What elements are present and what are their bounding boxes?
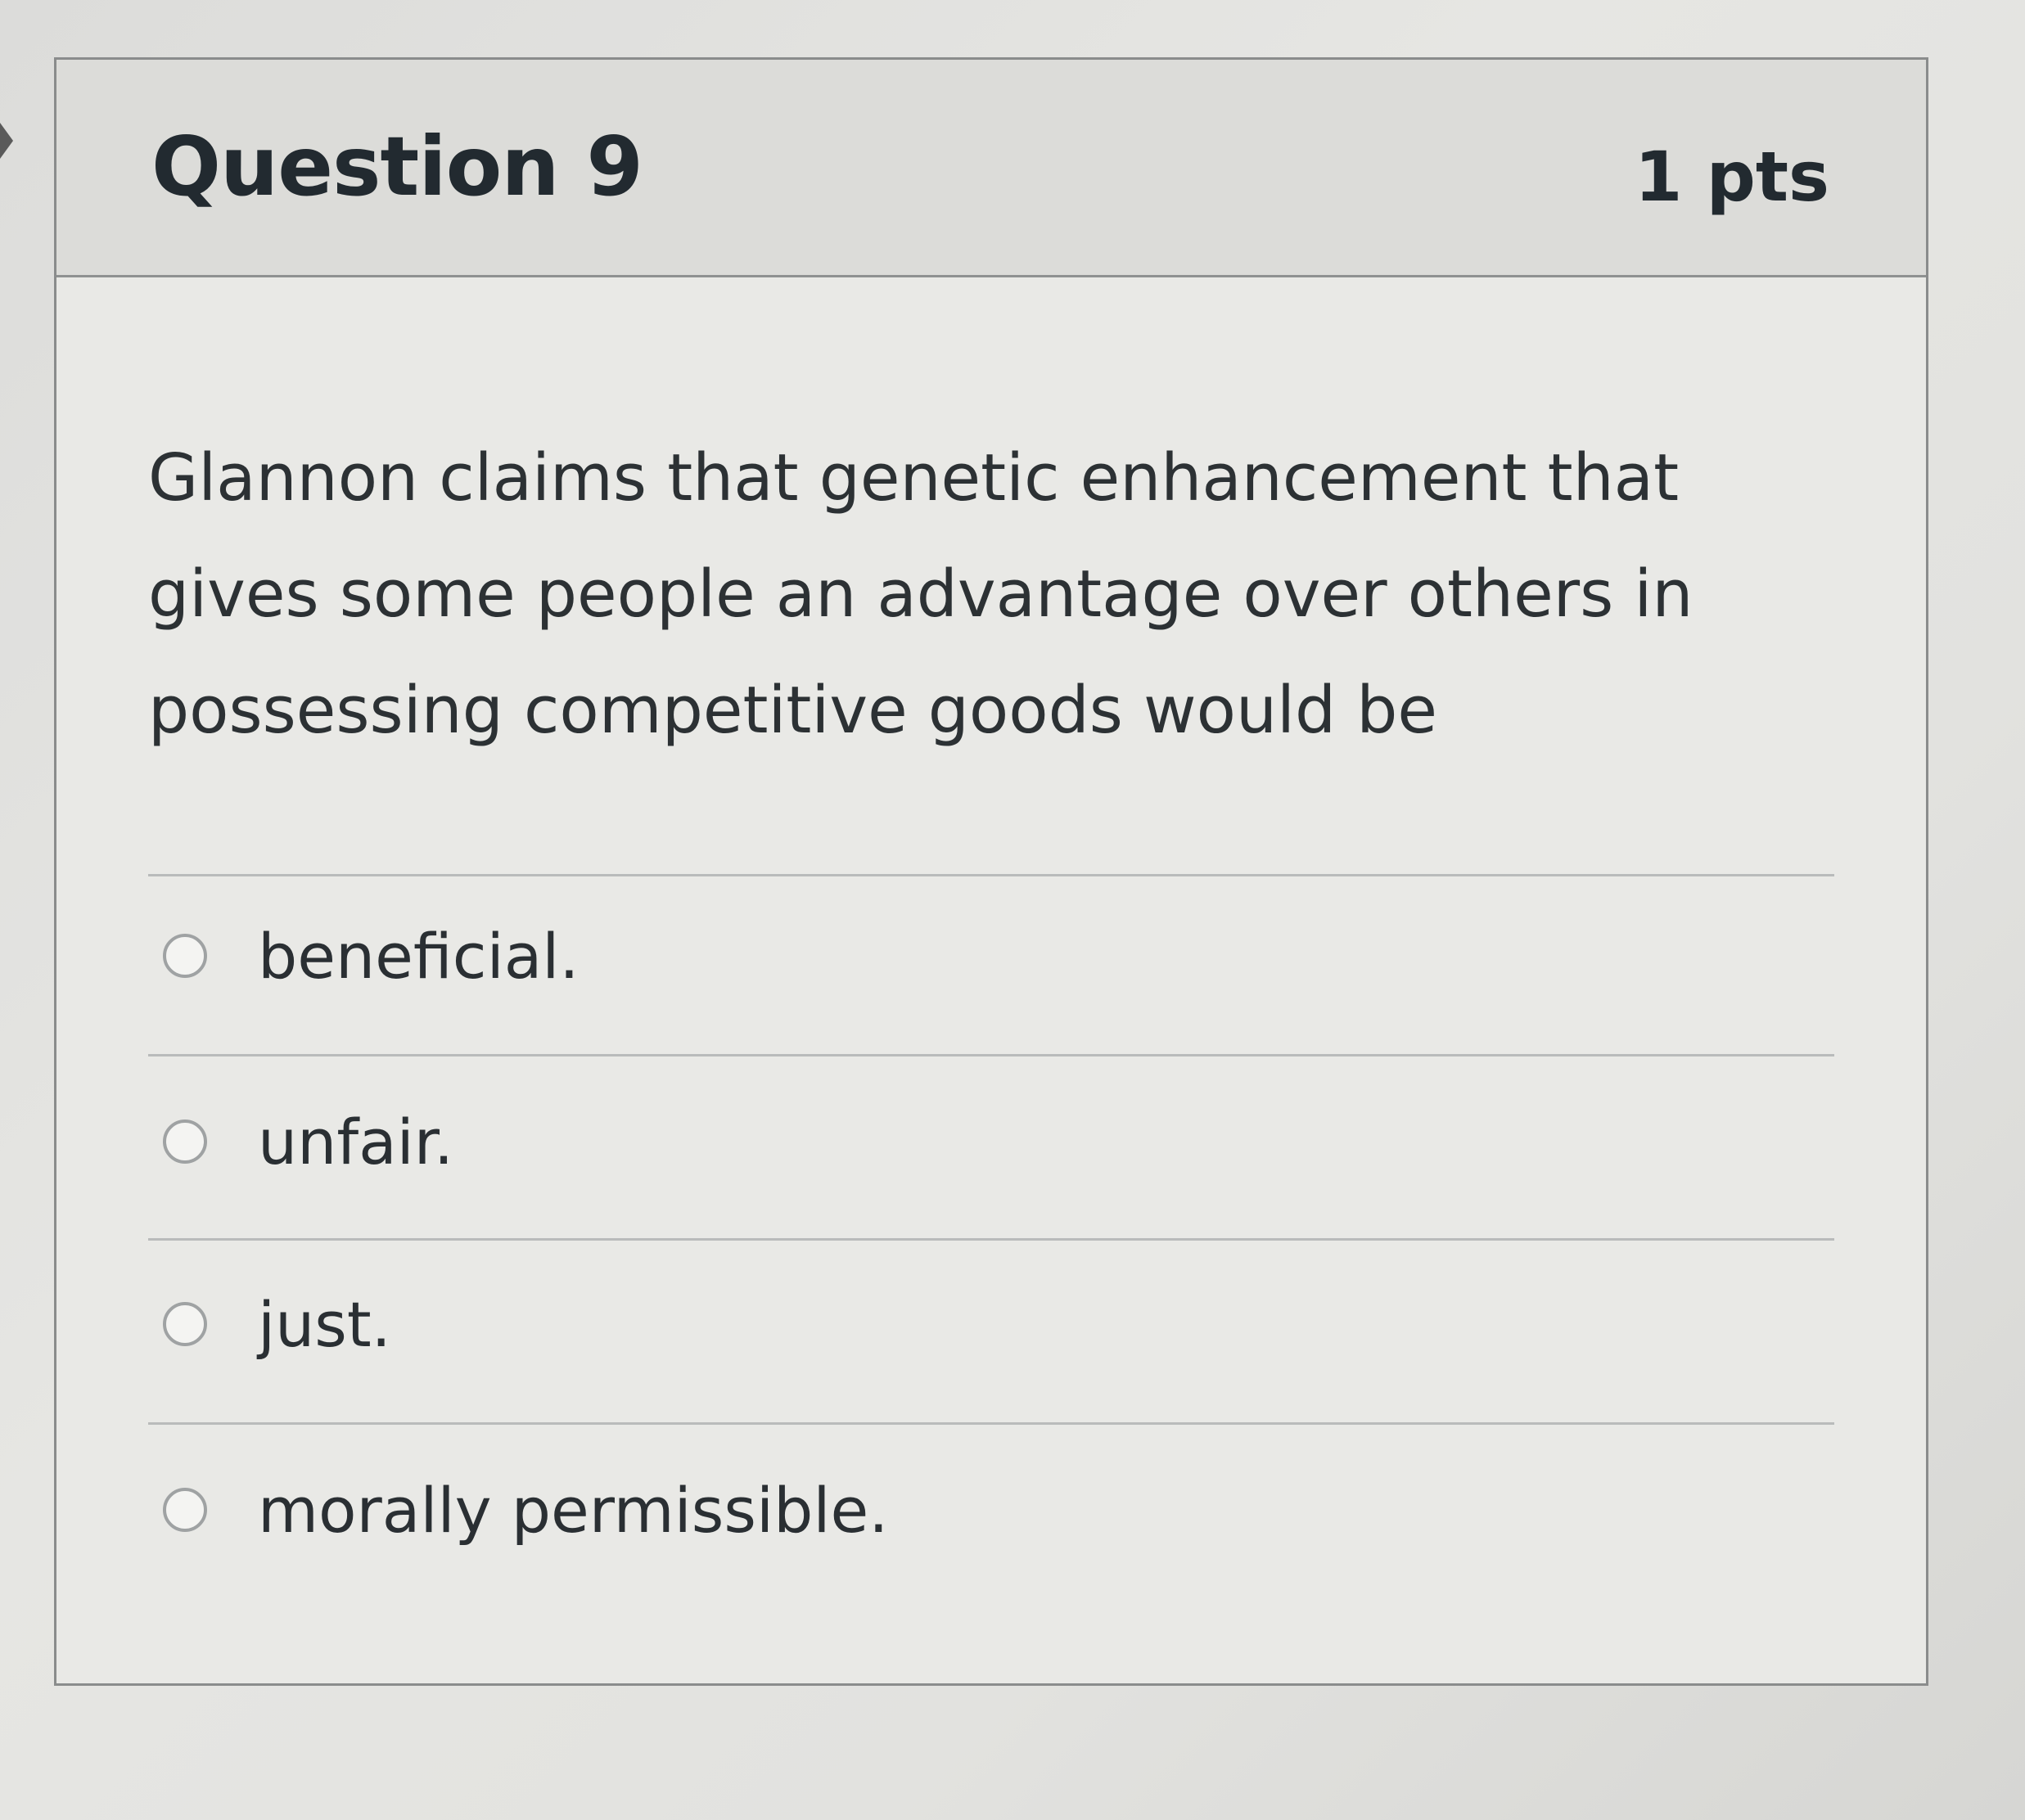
question-card: Question 9 1 pts Glannon claims that gen…: [54, 57, 1928, 1686]
answer-divider: [148, 1054, 1834, 1056]
answer-divider: [148, 1238, 1834, 1241]
question-text: Glannon claims that genetic enhancement …: [148, 440, 1694, 748]
answer-divider: [148, 1422, 1834, 1425]
answer-label[interactable]: beneficial.: [258, 920, 580, 993]
question-title: Question 9: [151, 119, 643, 214]
answer-label[interactable]: unfair.: [258, 1106, 453, 1178]
answer-label[interactable]: just.: [258, 1288, 391, 1361]
answer-option-beneficial[interactable]: beneficial.: [163, 907, 580, 1005]
question-header: Question 9 1 pts: [56, 60, 1926, 277]
radio-button[interactable]: [163, 1488, 207, 1532]
question-points: 1 pts: [1635, 137, 1829, 217]
radio-button[interactable]: [163, 1119, 207, 1164]
screen-edge-chevron: [0, 123, 13, 159]
answer-option-morally-permissible[interactable]: morally permissible.: [163, 1461, 888, 1559]
answer-divider: [148, 874, 1834, 876]
answer-option-just[interactable]: just.: [163, 1275, 391, 1373]
radio-button[interactable]: [163, 934, 207, 978]
answer-option-unfair[interactable]: unfair.: [163, 1092, 453, 1191]
answer-label[interactable]: morally permissible.: [258, 1474, 888, 1547]
radio-button[interactable]: [163, 1302, 207, 1346]
